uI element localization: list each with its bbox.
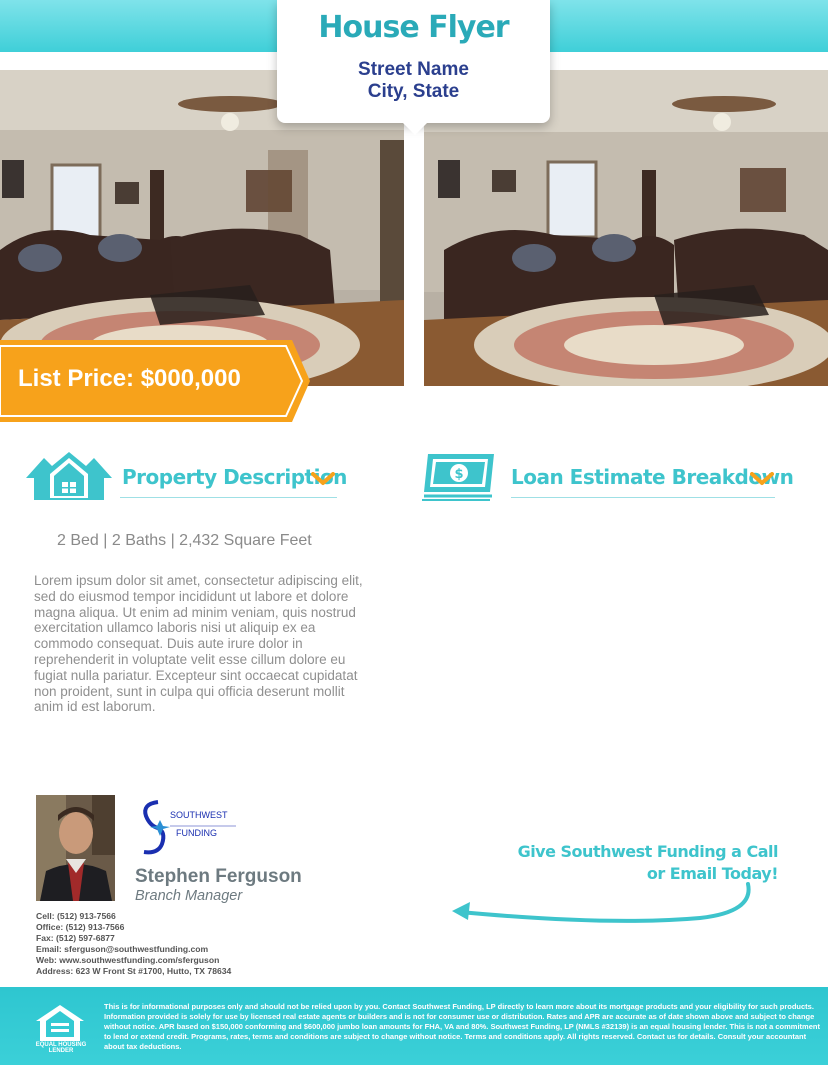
- curved-arrow-icon: [452, 882, 751, 923]
- street-name: Street Name: [358, 59, 469, 80]
- flyer-title: House Flyer: [318, 10, 509, 45]
- contact-office: Office: (512) 913-7566: [36, 921, 125, 932]
- equal-housing-lender-label: EQUAL HOUSING LENDER: [35, 1042, 87, 1054]
- house-icon: [26, 452, 112, 500]
- footer-disclaimer: This is for informational purposes only …: [104, 1002, 820, 1051]
- chevron-down-icon: [750, 472, 774, 485]
- list-price: List Price: $000,000: [18, 365, 241, 392]
- property-specs: 2 Bed | 2 Baths | 2,432 Square Feet: [57, 532, 312, 549]
- contact-cell: Cell: (512) 913-7566: [36, 911, 116, 921]
- city-state: City, State: [367, 81, 460, 102]
- logo-line1: SOUTHWEST: [170, 810, 228, 820]
- logo-line2: FUNDING: [176, 828, 217, 838]
- call-to-action: Give Southwest Funding a Call or Email T…: [517, 841, 779, 885]
- contact-web[interactable]: Web: www.southwestfunding.com/sferguson: [36, 955, 231, 966]
- title-card: House Flyer Street Name City, State: [277, 0, 550, 135]
- property-description: Lorem ipsum dolor sit amet, consectetur …: [34, 573, 363, 715]
- chevron-down-icon: [311, 472, 335, 485]
- agent-headshot: [36, 795, 115, 901]
- agent-name: Stephen Ferguson: [135, 866, 302, 887]
- southwest-funding-logo: SOUTHWEST FUNDING: [143, 800, 236, 855]
- property-divider: [120, 497, 337, 498]
- agent-contact-block: Cell: (512) 913-7566 Office: (512) 913-7…: [36, 911, 231, 976]
- svg-text:$: $: [454, 467, 463, 482]
- agent-title: Branch Manager: [135, 888, 243, 904]
- dollar-bill-icon: $: [422, 454, 494, 501]
- contact-email[interactable]: Email: sferguson@southwestfunding.com: [36, 944, 231, 955]
- loan-divider: [511, 497, 775, 498]
- contact-fax: Fax: (512) 597-6877: [36, 932, 115, 943]
- cta-line1: Give Southwest Funding a Call: [517, 842, 779, 861]
- contact-address: Address: 623 W Front St #1700, Hutto, TX…: [36, 965, 232, 976]
